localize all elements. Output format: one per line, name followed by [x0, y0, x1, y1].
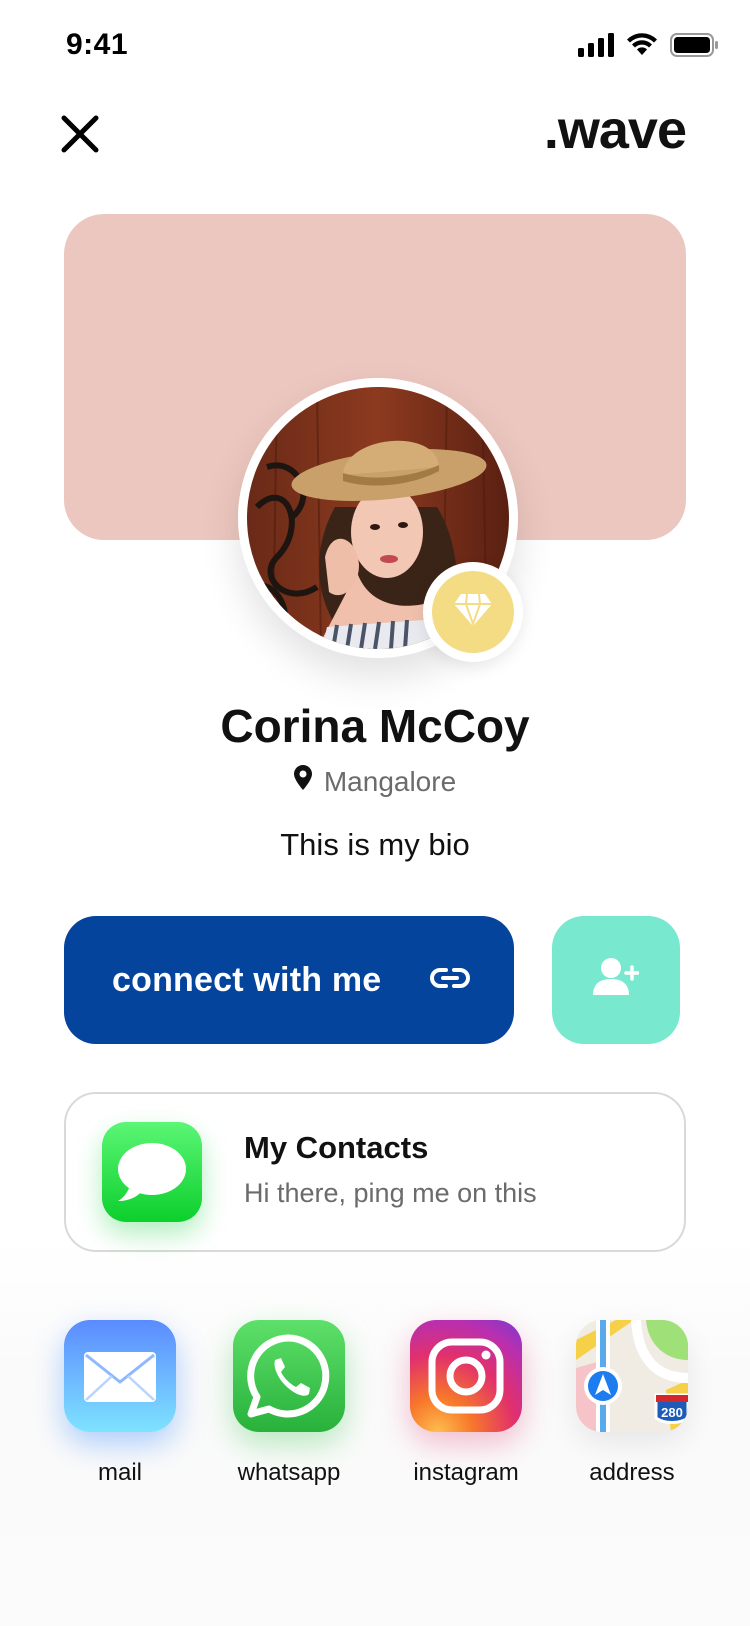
connect-button[interactable]: connect with me [64, 916, 514, 1044]
whatsapp-button[interactable] [233, 1320, 345, 1432]
badge-ring [423, 562, 523, 662]
contacts-card-subtitle: Hi there, ping me on this [244, 1178, 537, 1208]
brand-logo: .wave [543, 100, 687, 160]
mail-button[interactable] [64, 1320, 176, 1432]
address-label: address [589, 1459, 675, 1486]
profile-screen: 9:41 .wave Corina McCoy Mangalore This i… [0, 0, 750, 1626]
profile-location: Mangalore [0, 762, 750, 802]
add-contact-button[interactable] [552, 916, 680, 1044]
contacts-card-title: My Contacts [244, 1130, 429, 1165]
link-icon [430, 967, 470, 994]
my-contacts-card[interactable]: My Contacts Hi there, ping me on this [64, 1092, 686, 1252]
add-user-icon [593, 957, 640, 1004]
diamond-icon [453, 593, 493, 632]
signal-icon [578, 32, 614, 62]
instagram-button[interactable] [410, 1320, 522, 1432]
messages-icon [102, 1122, 202, 1222]
connect-button-label: connect with me [112, 960, 382, 999]
address-button[interactable]: 280 [576, 1320, 688, 1432]
location-label: Mangalore [323, 766, 457, 797]
close-icon [60, 114, 100, 159]
premium-badge [432, 571, 514, 653]
svg-text:280: 280 [661, 1405, 683, 1420]
location-pin-icon [293, 762, 312, 802]
mail-icon [64, 1352, 176, 1432]
battery-icon [670, 32, 720, 63]
status-time: 9:41 [66, 28, 129, 61]
profile-bio: This is my bio [280, 827, 470, 862]
profile-name: Corina McCoy [220, 700, 530, 752]
wifi-icon [626, 32, 658, 62]
mail-label: mail [97, 1459, 142, 1486]
close-button[interactable] [52, 108, 108, 164]
maps-icon: 280 [576, 1320, 688, 1432]
whatsapp-icon [233, 1334, 345, 1432]
instagram-label: instagram [413, 1459, 519, 1486]
whatsapp-label: whatsapp [237, 1459, 341, 1486]
instagram-icon [410, 1338, 522, 1432]
bottom-background [0, 1240, 750, 1626]
status-icons [578, 30, 720, 64]
